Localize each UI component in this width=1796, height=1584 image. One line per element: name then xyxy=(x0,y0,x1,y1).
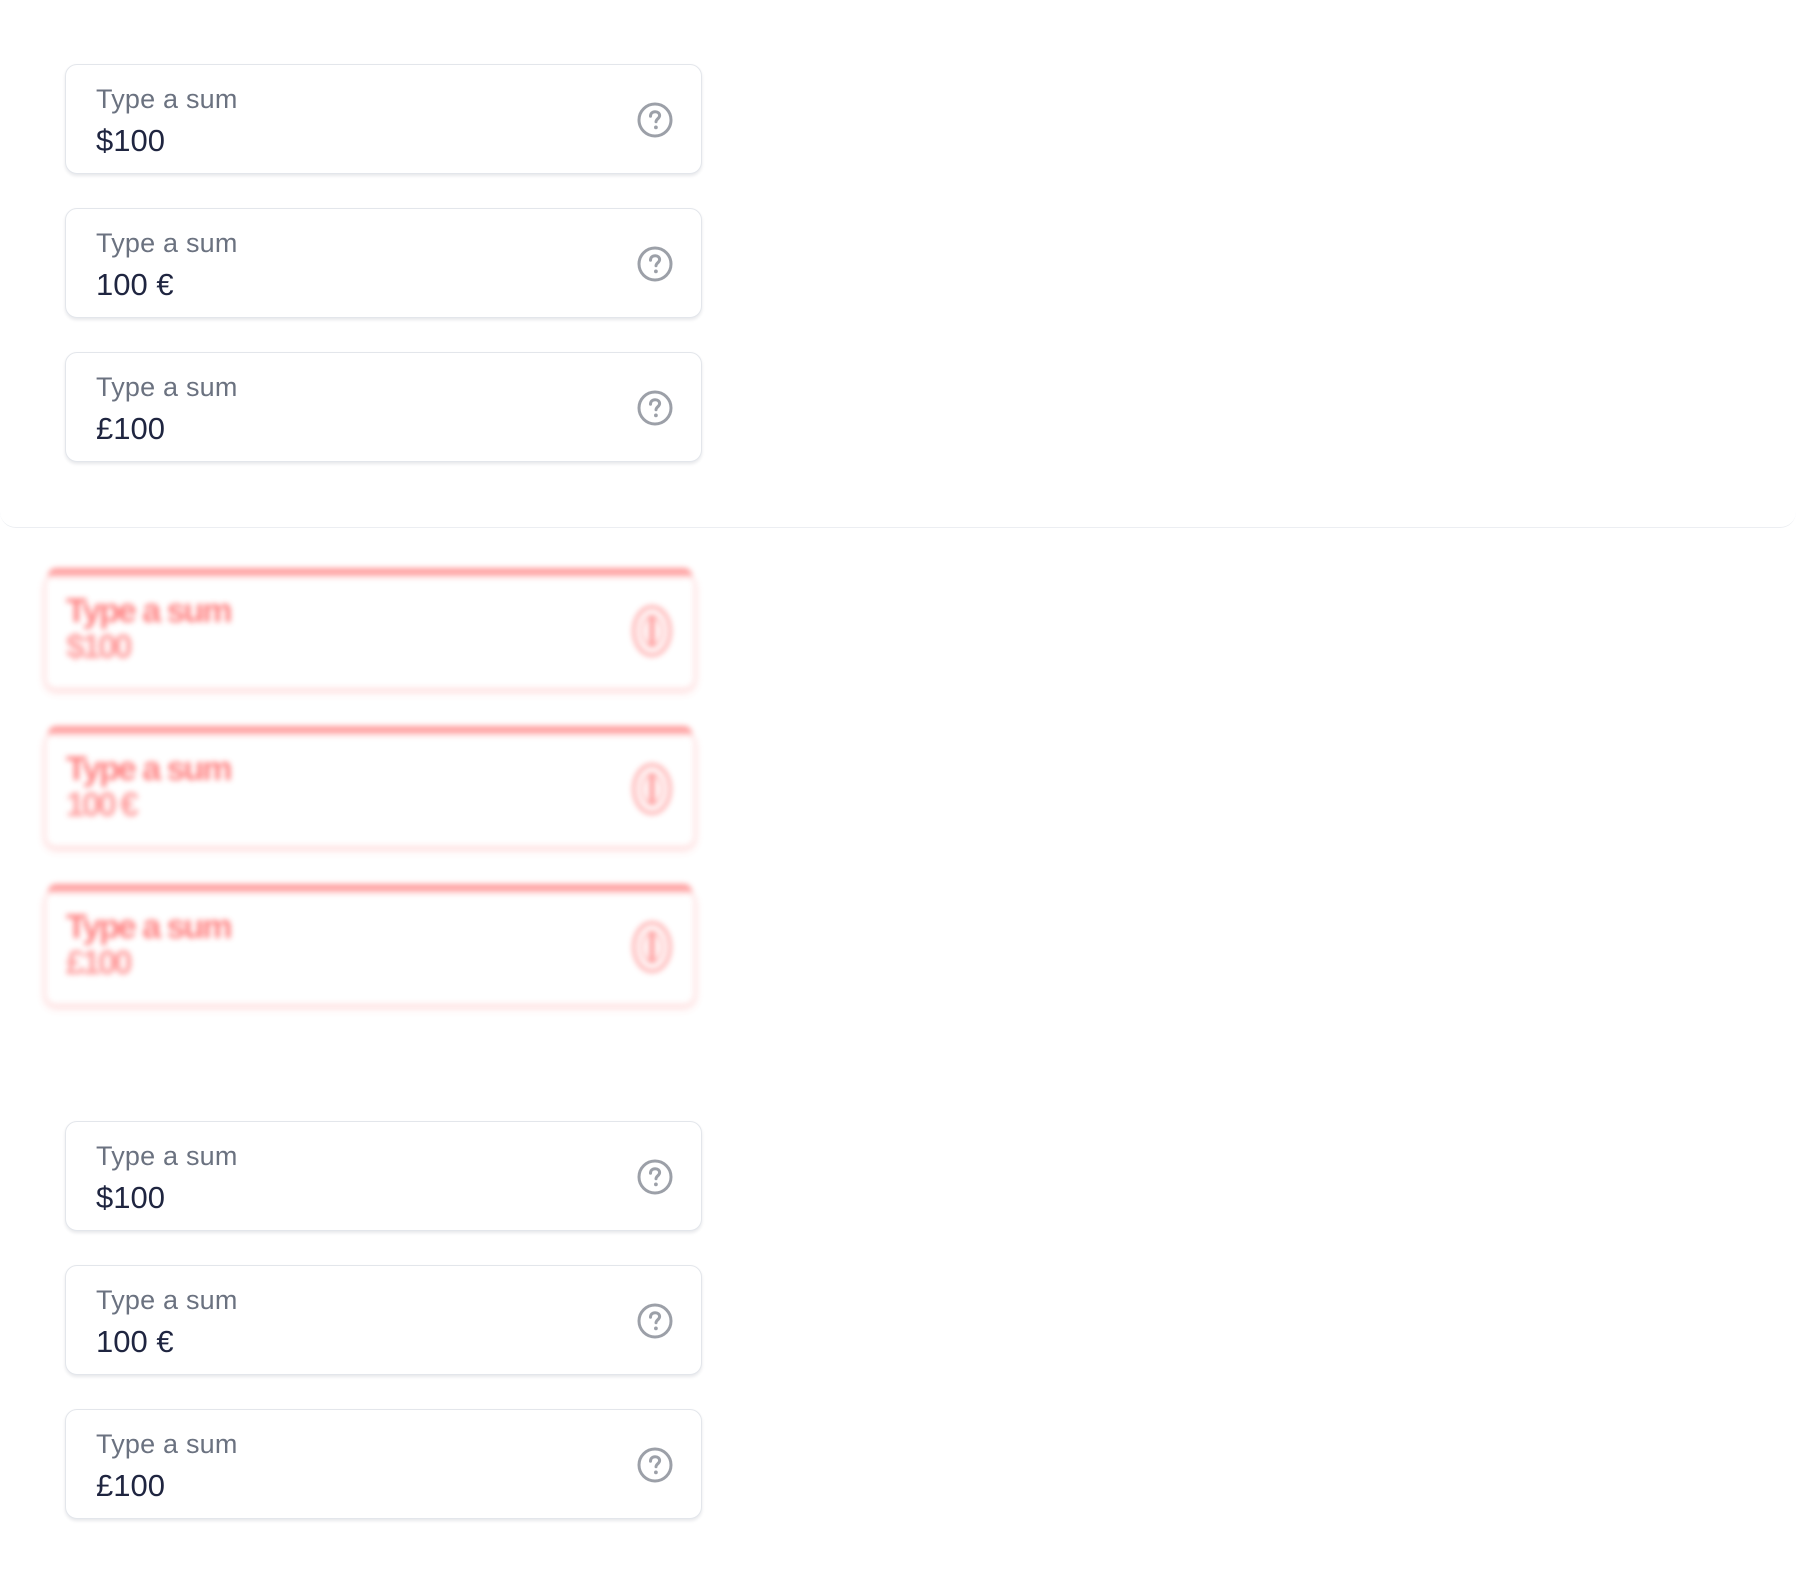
field-value[interactable]: £100 xyxy=(96,1468,165,1504)
top-panel: Type a sum $100 Type a sum 100 € Type a … xyxy=(0,0,1796,528)
ghost-field-gbp: Type a sum £100 xyxy=(44,884,696,1006)
field-value[interactable]: 100 € xyxy=(96,267,174,303)
field-label: Type a sum xyxy=(96,1429,238,1459)
field-value[interactable]: £100 xyxy=(96,411,165,447)
help-circle-icon[interactable] xyxy=(636,101,674,139)
sum-field-usd[interactable]: Type a sum $100 xyxy=(65,64,702,174)
help-circle-icon[interactable] xyxy=(636,1446,674,1484)
ghost-field-value: £100 xyxy=(66,944,133,982)
canvas: Type a sum $100 Type a sum 100 € Type a … xyxy=(0,0,1796,1584)
field-label: Type a sum xyxy=(96,228,238,258)
ghost-field-label: Type a sum xyxy=(66,592,233,630)
sum-field-eur[interactable]: Type a sum 100 € xyxy=(65,208,702,318)
field-value[interactable]: $100 xyxy=(96,1180,165,1216)
sum-field-gbp[interactable]: Type a sum £100 xyxy=(65,1409,702,1519)
help-circle-icon[interactable] xyxy=(636,245,674,283)
field-label: Type a sum xyxy=(96,372,238,402)
field-label: Type a sum xyxy=(96,84,238,114)
ghost-field-value: 100 € xyxy=(66,786,139,824)
help-circle-icon[interactable] xyxy=(636,389,674,427)
ghost-field-eur: Type a sum 100 € xyxy=(44,726,696,848)
help-circle-icon xyxy=(630,602,674,660)
sum-field-eur[interactable]: Type a sum 100 € xyxy=(65,1265,702,1375)
help-circle-icon[interactable] xyxy=(636,1158,674,1196)
field-label: Type a sum xyxy=(96,1285,238,1315)
bottom-panel: Type a sum $100 Type a sum 100 € Type a … xyxy=(0,1058,1796,1584)
ghost-field-value: $100 xyxy=(66,628,133,666)
help-circle-icon xyxy=(630,918,674,976)
ghost-field-label: Type a sum xyxy=(66,908,233,946)
field-value[interactable]: $100 xyxy=(96,123,165,159)
ghost-field-label: Type a sum xyxy=(66,750,233,788)
field-value[interactable]: 100 € xyxy=(96,1324,174,1360)
ghost-field-usd: Type a sum $100 xyxy=(44,568,696,690)
help-circle-icon xyxy=(630,760,674,818)
field-label: Type a sum xyxy=(96,1141,238,1171)
sum-field-usd[interactable]: Type a sum $100 xyxy=(65,1121,702,1231)
sum-field-gbp[interactable]: Type a sum £100 xyxy=(65,352,702,462)
help-circle-icon[interactable] xyxy=(636,1302,674,1340)
